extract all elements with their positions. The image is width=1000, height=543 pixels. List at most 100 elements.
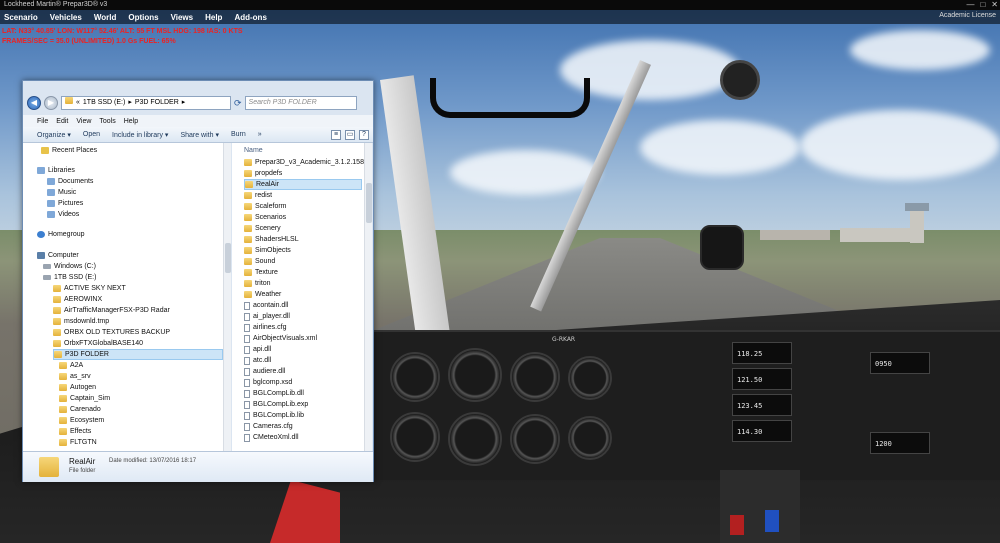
back-button[interactable]: ◀ <box>27 96 41 110</box>
file-item[interactable]: bglcomp.xsd <box>244 377 292 388</box>
search-input[interactable]: Search P3D FOLDER <box>244 96 357 110</box>
close-button[interactable]: ✕ <box>991 0 998 10</box>
preview-pane-icon[interactable]: ▭ <box>345 130 355 140</box>
column-header-name[interactable]: Name <box>244 147 263 154</box>
nav-item[interactable]: Documents <box>47 176 93 187</box>
nav-item[interactable]: Music <box>47 187 76 198</box>
file-item[interactable]: BGLCompLib.exp <box>244 399 308 410</box>
menu-file[interactable]: File <box>37 118 48 125</box>
menu-views[interactable]: Views <box>171 13 194 22</box>
more-button[interactable]: » <box>258 131 262 138</box>
nav-item[interactable]: 1TB SSD (E:) <box>43 272 96 283</box>
nav-item[interactable]: P3D FOLDER <box>53 349 223 360</box>
nav-item[interactable]: Videos <box>47 209 79 220</box>
menu-tools[interactable]: Tools <box>99 118 115 125</box>
help-icon[interactable]: ? <box>359 130 369 140</box>
nav-item[interactable]: OrbxFTXGlobalBASE140 <box>53 338 143 349</box>
nav-item[interactable]: AirTrafficManagerFSX-P3D Radar <box>53 305 170 316</box>
file-item[interactable]: RealAir <box>244 179 362 190</box>
menu-scenario[interactable]: Scenario <box>4 13 38 22</box>
nav-item-label: AirTrafficManagerFSX-P3D Radar <box>64 307 170 314</box>
explorer-window[interactable]: ◀ ▶ « 1TB SSD (E:) ▸ P3D FOLDER ▸ ⟳ Sear… <box>22 80 374 482</box>
radio-stack-nav2[interactable]: 114.30 <box>732 420 792 442</box>
menu-addons[interactable]: Add-ons <box>234 13 266 22</box>
file-item[interactable]: Prepar3D_v3_Academic_3.1.2.15831 <box>244 157 364 168</box>
file-item[interactable]: triton <box>244 278 271 289</box>
address-part[interactable]: ▸ <box>182 97 186 109</box>
mixture-lever[interactable] <box>730 515 744 535</box>
file-item[interactable]: propdefs <box>244 168 282 179</box>
address-bar[interactable]: « 1TB SSD (E:) ▸ P3D FOLDER ▸ <box>61 96 231 110</box>
file-item[interactable]: Sound <box>244 256 275 267</box>
refresh-icon[interactable]: ⟳ <box>234 98 242 109</box>
nav-item[interactable]: Captain_Sim <box>59 393 110 404</box>
open-button[interactable]: Open <box>83 131 100 138</box>
menu-world[interactable]: World <box>94 13 117 22</box>
file-item[interactable]: Scenarios <box>244 212 286 223</box>
file-item[interactable]: acontain.dll <box>244 300 288 311</box>
nav-item[interactable]: Computer <box>37 250 79 261</box>
nav-item[interactable]: Carenado <box>59 404 101 415</box>
file-scrollbar[interactable] <box>364 143 372 451</box>
nav-item[interactable]: AEROWINX <box>53 294 102 305</box>
nav-item[interactable]: Recent Places <box>41 145 97 156</box>
menu-edit[interactable]: Edit <box>56 118 68 125</box>
adf-receiver[interactable]: 1200 <box>870 432 930 454</box>
view-menu-icon[interactable]: ≡ <box>331 130 341 140</box>
nav-scrollbar[interactable] <box>223 143 231 451</box>
include-in-library-button[interactable]: Include in library ▾ <box>112 131 168 139</box>
nav-item[interactable]: FLTGTN <box>59 437 97 448</box>
propeller-lever[interactable] <box>765 510 779 532</box>
radio-stack-nav1[interactable]: 123.45 <box>732 394 792 416</box>
nav-item[interactable]: Libraries <box>37 165 75 176</box>
file-item[interactable]: ai_player.dll <box>244 311 290 322</box>
menu-help[interactable]: Help <box>205 13 222 22</box>
file-item[interactable]: Texture <box>244 267 278 278</box>
menu-options[interactable]: Options <box>128 13 158 22</box>
file-item[interactable]: airlines.cfg <box>244 322 286 333</box>
file-item[interactable]: api.dll <box>244 344 271 355</box>
organize-button[interactable]: Organize ▾ <box>37 131 71 139</box>
menu-view[interactable]: View <box>76 118 91 125</box>
radio-stack-com2[interactable]: 121.50 <box>732 368 792 390</box>
minimize-button[interactable]: — <box>966 0 974 10</box>
file-item[interactable]: BGLCompLib.lib <box>244 410 304 421</box>
file-item[interactable]: AirObjectVisuals.xml <box>244 333 317 344</box>
nav-item[interactable]: as_srv <box>59 371 91 382</box>
file-item[interactable]: ShadersHLSL <box>244 234 299 245</box>
yoke-hub[interactable] <box>700 225 744 270</box>
menu-help[interactable]: Help <box>124 118 138 125</box>
nav-item[interactable]: Windows (C:) <box>43 261 96 272</box>
address-part[interactable]: P3D FOLDER <box>135 97 179 109</box>
file-item[interactable]: atc.dll <box>244 355 271 366</box>
file-item[interactable]: redist <box>244 190 272 201</box>
menu-vehicles[interactable]: Vehicles <box>50 13 82 22</box>
nav-item[interactable]: Homegroup <box>37 229 85 240</box>
nav-item[interactable]: ACTIVE SKY NEXT <box>53 283 126 294</box>
nav-item[interactable]: msdownld.tmp <box>53 316 109 327</box>
maximize-button[interactable]: □ <box>980 0 985 10</box>
file-item[interactable]: SimObjects <box>244 245 291 256</box>
file-item[interactable]: Weather <box>244 289 281 300</box>
nav-item[interactable]: Effects <box>59 426 91 437</box>
address-part[interactable]: ▸ <box>128 97 132 109</box>
file-list[interactable]: Name Prepar3D_v3_Academic_3.1.2.15831 pro… <box>232 143 364 451</box>
navigation-pane[interactable]: Recent Places Libraries Documents Music Pict… <box>23 143 231 451</box>
file-item[interactable]: Scaleform <box>244 201 287 212</box>
share-with-button[interactable]: Share with ▾ <box>180 131 219 139</box>
nav-item[interactable]: A2A <box>59 360 83 371</box>
file-item[interactable]: CMeteoXml.dll <box>244 432 299 443</box>
nav-item[interactable]: Pictures <box>47 198 83 209</box>
file-item[interactable]: audiere.dll <box>244 366 285 377</box>
nav-item[interactable]: Ecosystem <box>59 415 104 426</box>
file-item[interactable]: Scenery <box>244 223 281 234</box>
burn-button[interactable]: Burn <box>231 131 246 138</box>
radio-stack-com1[interactable]: 118.25 <box>732 342 792 364</box>
nav-item[interactable]: ORBX OLD TEXTURES BACKUP <box>53 327 170 338</box>
nav-item[interactable]: Autogen <box>59 382 96 393</box>
file-item[interactable]: BGLCompLib.dll <box>244 388 304 399</box>
file-item[interactable]: Cameras.cfg <box>244 421 293 432</box>
transponder[interactable]: 0950 <box>870 352 930 374</box>
forward-button[interactable]: ▶ <box>44 96 58 110</box>
address-part[interactable]: 1TB SSD (E:) <box>83 97 125 109</box>
